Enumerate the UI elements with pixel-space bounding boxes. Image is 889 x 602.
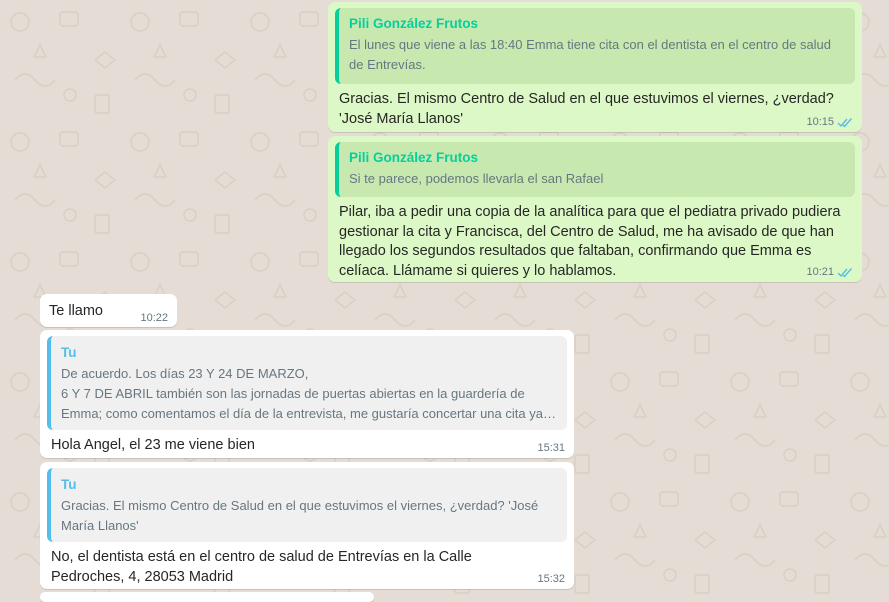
quote-text: Gracias. El mismo Centro de Salud en el … [61, 498, 539, 533]
message-text: Gracias. El mismo Centro de Salud en el … [339, 91, 834, 127]
quote-text-line: De acuerdo. Los días 23 Y 24 DE MARZO, [61, 366, 309, 381]
quote-text-line: 6 Y 7 DE ABRIL también son las jornadas … [61, 386, 525, 401]
message-time: 15:31 [537, 442, 565, 454]
message-text: Hola Angel, el 23 me viene bien [51, 437, 255, 453]
message-meta: 10:21 [806, 266, 853, 278]
message-meta: 15:32 [537, 573, 565, 585]
message-meta: 10:22 [140, 312, 168, 324]
quoted-message[interactable]: Pili González Frutos Si te parece, podem… [335, 142, 855, 197]
message-meta: 15:31 [537, 442, 565, 454]
quote-text-line: Emma; como comentamos el día de la entre… [61, 406, 557, 421]
message-meta: 10:15 [806, 116, 853, 128]
double-check-icon [837, 117, 853, 128]
quote-author: Tu [61, 345, 77, 360]
quote-text: El lunes que viene a las 18:40 Emma tien… [349, 37, 832, 72]
quote-author: Pili González Frutos [349, 150, 479, 165]
outgoing-message[interactable]: Pili González Frutos El lunes que viene … [328, 2, 862, 132]
quote-author: Tu [61, 477, 77, 492]
quoted-message[interactable]: Tu Gracias. El mismo Centro de Salud en … [47, 468, 567, 542]
message-time: 15:32 [537, 573, 565, 585]
incoming-message[interactable]: Tu Gracias. El mismo Centro de Salud en … [40, 462, 574, 589]
quoted-message[interactable]: Tu De acuerdo. Los días 23 Y 24 DE MARZO… [47, 336, 567, 430]
incoming-message-partial [40, 592, 374, 602]
quoted-message[interactable]: Pili González Frutos El lunes que viene … [335, 8, 855, 84]
incoming-message[interactable]: Te llamo 10:22 [40, 294, 177, 327]
message-time: 10:22 [140, 312, 168, 324]
message-text: Pilar, iba a pedir una copia de la analí… [339, 204, 845, 279]
message-time: 10:21 [806, 266, 834, 278]
message-text: No, el dentista está en el centro de sal… [51, 549, 476, 585]
message-time: 10:15 [806, 116, 834, 128]
quote-author: Pili González Frutos [349, 16, 479, 31]
double-check-icon [837, 267, 853, 278]
incoming-message[interactable]: Tu De acuerdo. Los días 23 Y 24 DE MARZO… [40, 330, 574, 458]
outgoing-message[interactable]: Pili González Frutos Si te parece, podem… [328, 136, 862, 282]
quote-text: Si te parece, podemos llevarla el san Ra… [349, 171, 604, 186]
